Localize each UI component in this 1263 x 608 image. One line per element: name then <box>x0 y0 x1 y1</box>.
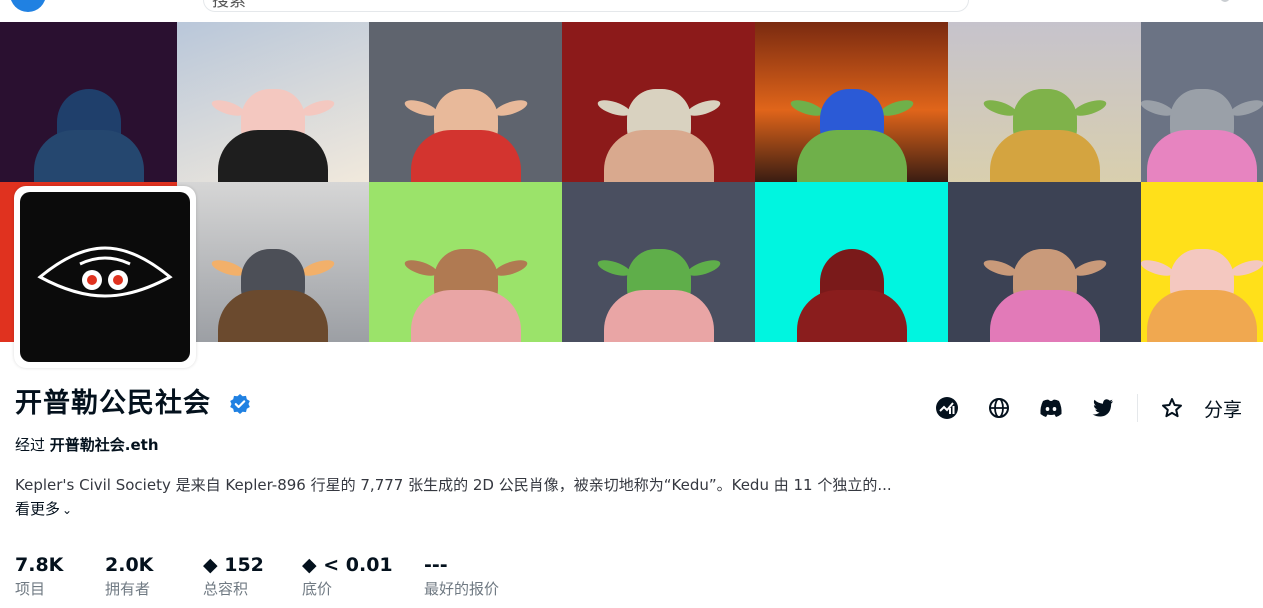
banner-tile <box>1141 22 1263 182</box>
stat-label: 项目 <box>15 580 46 598</box>
opensea-logo[interactable] <box>10 0 46 12</box>
share-button[interactable]: 分享 <box>1204 398 1242 422</box>
star-icon[interactable] <box>1160 396 1184 420</box>
banner-tile <box>948 22 1141 182</box>
kedu-eye-logo <box>37 246 173 298</box>
actions-divider <box>1137 394 1138 422</box>
banner-tile <box>948 182 1141 342</box>
top-navigation: 搜索 <box>0 0 1263 22</box>
banner-tile <box>562 22 755 182</box>
discord-icon-svg <box>1040 399 1062 417</box>
banner-tile <box>755 22 948 182</box>
banner-tile <box>562 182 755 342</box>
banner-tile <box>177 22 369 182</box>
by-prefix: 经过 <box>15 436 46 454</box>
banner-tile <box>0 22 177 182</box>
verified-badge-icon <box>230 394 250 414</box>
globe-icon-svg <box>989 398 1009 418</box>
star-icon-svg <box>1162 398 1182 418</box>
stat-value: ◆ < 0.01 <box>302 554 393 576</box>
stat-label: 总容积 <box>203 580 249 598</box>
see-more-label: 看更多 <box>15 500 61 518</box>
activity-icon[interactable] <box>935 396 959 420</box>
activity-icon-svg <box>936 397 958 419</box>
profile-icon[interactable] <box>1220 0 1230 2</box>
stat-floor-price[interactable]: ◆ < 0.01 底价 <box>302 552 393 600</box>
banner-tile <box>1141 182 1263 342</box>
banner-tile <box>755 182 948 342</box>
stat-total-volume[interactable]: ◆ 152 总容积 <box>203 552 264 600</box>
search-input[interactable]: 搜索 <box>203 0 969 12</box>
twitter-icon[interactable] <box>1091 396 1115 420</box>
banner-tile <box>369 22 562 182</box>
banner-tile <box>369 182 562 342</box>
stat-items[interactable]: 7.8K 项目 <box>15 552 63 600</box>
see-more-button[interactable]: 看更多 ⌄ <box>15 498 72 521</box>
stat-label: 拥有者 <box>105 580 151 598</box>
stat-label: 底价 <box>302 580 333 598</box>
creator-link[interactable]: 开普勒社会.eth <box>50 436 159 454</box>
creator-byline: 经过 开普勒社会.eth <box>15 434 159 456</box>
chevron-down-icon: ⌄ <box>62 503 73 517</box>
stat-value: --- <box>424 554 448 576</box>
twitter-icon-svg <box>1092 399 1113 417</box>
stat-value: 2.0K <box>105 554 154 576</box>
stat-value: 7.8K <box>15 554 64 576</box>
avatar-image <box>20 192 190 362</box>
stat-label: 最好的报价 <box>424 580 500 598</box>
collection-title: 开普勒公民社会 <box>15 388 211 419</box>
stat-value: ◆ 152 <box>203 554 264 576</box>
stat-owners[interactable]: 2.0K 拥有者 <box>105 552 153 600</box>
search-placeholder: 搜索 <box>212 0 246 11</box>
stat-best-offer[interactable]: --- 最好的报价 <box>424 552 499 600</box>
collection-description: Kepler's Civil Society 是来自 Kepler-896 行星… <box>15 476 892 494</box>
globe-icon[interactable] <box>987 396 1011 420</box>
discord-icon[interactable] <box>1039 396 1063 420</box>
collection-avatar[interactable] <box>14 186 196 368</box>
banner-tile <box>177 182 369 342</box>
